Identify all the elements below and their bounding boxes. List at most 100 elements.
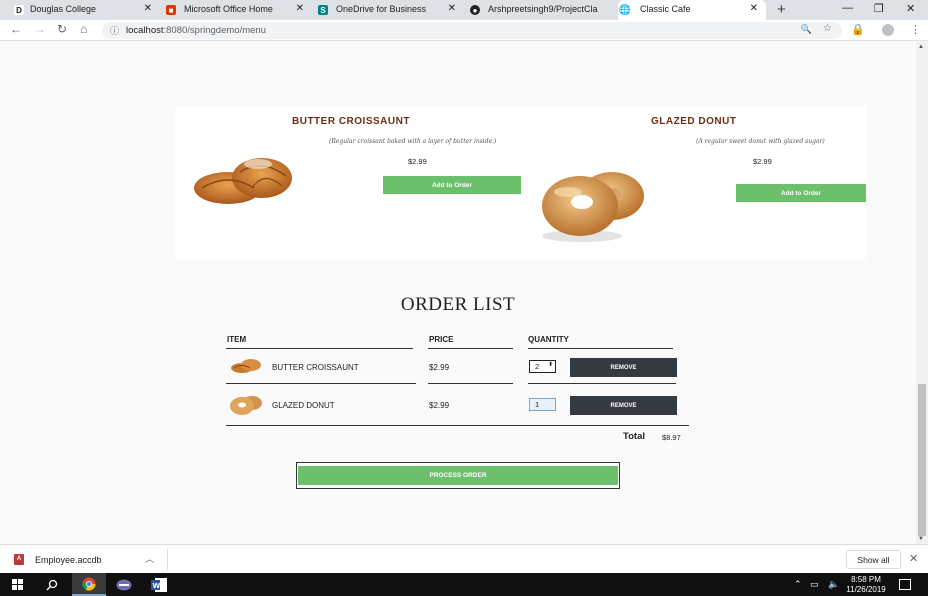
windows-start-icon[interactable] — [0, 573, 34, 596]
tab-classic-cafe[interactable]: 🌐 Classic Cafe ✕ — [618, 0, 766, 20]
info-icon[interactable]: ⓘ — [110, 24, 119, 37]
product-description: (Regular croissant baked with a layer of… — [329, 138, 497, 145]
header-quantity: QUANTITY — [528, 335, 569, 344]
tab-douglas-college[interactable]: D Douglas College ✕ — [12, 0, 158, 20]
tab-github[interactable]: ● Arshpreetsingh9/ProjectCla — [468, 0, 614, 20]
tray-chevron-up-icon[interactable]: ⌃ — [794, 579, 802, 590]
minimize-icon[interactable]: — — [842, 2, 853, 14]
header-price: PRICE — [429, 335, 454, 344]
douglas-college-icon: D — [14, 5, 24, 15]
tab-title: Douglas College — [30, 4, 97, 14]
process-order-button[interactable]: PROCESS ORDER — [298, 466, 618, 485]
extension-lock-icon[interactable]: 🔒 — [851, 23, 865, 36]
order-list-title: ORDER LIST — [400, 294, 516, 315]
header-divider — [226, 348, 413, 349]
quantity-input[interactable]: 2 ⬍ — [529, 360, 556, 373]
croissant-thumbnail — [230, 357, 262, 380]
url-host: localhost — [126, 25, 164, 36]
total-divider — [226, 425, 689, 426]
product-name: GLAZED DONUT — [651, 116, 737, 127]
github-icon: ● — [470, 5, 480, 15]
total-label: Total — [623, 431, 645, 442]
divider — [167, 549, 168, 570]
tab-strip: D Douglas College ✕ ■ Microsoft Office H… — [0, 0, 928, 20]
header-item: ITEM — [227, 335, 247, 344]
quantity-value: 2 — [535, 362, 540, 371]
windows-taskbar: W ⌃ ▭ 🔈 8:58 PM 11/26/2019 — [0, 573, 928, 596]
product-price: $2.99 — [753, 157, 772, 166]
product-price: $2.99 — [408, 157, 427, 166]
add-to-order-button[interactable]: Add to Order — [736, 184, 866, 202]
restore-icon[interactable]: ❐ — [874, 2, 884, 15]
process-order-wrapper: PROCESS ORDER — [296, 462, 620, 489]
row-divider — [428, 383, 513, 384]
tab-title: Microsoft Office Home — [184, 4, 273, 14]
total-value: $8.97 — [662, 433, 681, 442]
scrollbar-thumb[interactable] — [918, 384, 926, 536]
url-text: localhost:8080/springdemo/menu — [126, 25, 266, 36]
address-bar[interactable]: ⓘ localhost:8080/springdemo/menu 🔍 ☆ — [102, 22, 842, 39]
window-close-icon[interactable]: ✕ — [906, 2, 915, 15]
donut-thumbnail — [228, 393, 264, 422]
close-icon[interactable]: ✕ — [750, 3, 758, 14]
clock-date: 11/26/2019 — [846, 585, 886, 594]
forward-icon[interactable]: → — [34, 22, 46, 36]
tab-title: OneDrive for Business — [336, 4, 427, 14]
browser-toolbar: ← → ↻ ⌂ ⓘ localhost:8080/springdemo/menu… — [0, 20, 928, 41]
tab-title: Classic Cafe — [640, 4, 691, 14]
url-path: :8080/springdemo/menu — [163, 25, 266, 36]
product-description: (A regular sweet donut with glazed sugar… — [696, 138, 825, 145]
menu-kebab-icon[interactable]: ⋮ — [910, 23, 921, 36]
remove-button[interactable]: REMOVE — [570, 358, 677, 377]
reload-icon[interactable]: ↻ — [57, 22, 67, 36]
word-icon[interactable]: W — [142, 573, 176, 596]
globe-icon: 🌐 — [618, 4, 632, 16]
close-icon[interactable]: ✕ — [296, 3, 304, 14]
notification-icon[interactable] — [899, 579, 911, 590]
volume-icon[interactable]: 🔈 — [828, 579, 839, 590]
tab-title: Arshpreetsingh9/ProjectCla — [488, 4, 598, 14]
order-item-price: $2.99 — [429, 401, 450, 410]
profile-avatar[interactable] — [882, 24, 894, 36]
order-item-name: GLAZED DONUT — [272, 401, 335, 410]
chevron-up-icon[interactable]: ︿ — [145, 552, 154, 565]
sharepoint-icon: S — [318, 5, 328, 15]
show-all-button[interactable]: Show all — [846, 550, 901, 569]
page-content: BUTTER CROISSAUNT (Regular croissant bak… — [0, 42, 916, 544]
order-item-price: $2.99 — [429, 363, 450, 372]
download-shelf: A Employee.accdb ︿ Show all ✕ — [0, 544, 928, 573]
product-name: BUTTER CROISSAUNT — [292, 116, 410, 127]
header-divider — [528, 348, 673, 349]
quantity-value: 1 — [535, 400, 540, 409]
back-icon[interactable]: ← — [10, 22, 22, 36]
close-icon[interactable]: ✕ — [448, 3, 456, 14]
download-file-name[interactable]: Employee.accdb — [35, 555, 102, 565]
close-icon[interactable]: ✕ — [909, 552, 918, 565]
tab-microsoft-office[interactable]: ■ Microsoft Office Home ✕ — [164, 0, 310, 20]
svg-text:W: W — [153, 582, 161, 590]
tab-onedrive[interactable]: S OneDrive for Business ✕ — [316, 0, 462, 20]
new-tab-icon[interactable]: + — [777, 1, 786, 18]
network-icon[interactable]: ▭ — [810, 579, 819, 590]
app-icon[interactable] — [107, 573, 141, 596]
scroll-down-icon[interactable]: ▼ — [918, 536, 924, 542]
clock-time: 8:58 PM — [851, 575, 881, 584]
order-item-name: BUTTER CROISSAUNT — [272, 363, 359, 372]
remove-button[interactable]: REMOVE — [570, 396, 677, 415]
add-to-order-button[interactable]: Add to Order — [383, 176, 521, 194]
access-file-icon: A — [14, 554, 24, 565]
menu-card: BUTTER CROISSAUNT (Regular croissant bak… — [175, 106, 866, 260]
scroll-up-icon[interactable]: ▲ — [918, 44, 924, 50]
chrome-icon[interactable] — [72, 573, 106, 596]
system-clock[interactable]: 8:58 PM 11/26/2019 — [845, 575, 887, 595]
zoom-icon[interactable]: 🔍 — [801, 24, 812, 35]
office-icon: ■ — [166, 5, 176, 15]
spinner-arrows-icon[interactable]: ⬍ — [548, 360, 553, 371]
quantity-input[interactable]: 1 — [529, 398, 556, 411]
home-icon[interactable]: ⌂ — [80, 22, 87, 36]
bookmark-star-icon[interactable]: ☆ — [823, 23, 832, 34]
row-divider — [528, 383, 676, 384]
croissant-image — [192, 150, 296, 217]
search-icon[interactable] — [35, 573, 69, 596]
close-icon[interactable]: ✕ — [144, 3, 152, 14]
